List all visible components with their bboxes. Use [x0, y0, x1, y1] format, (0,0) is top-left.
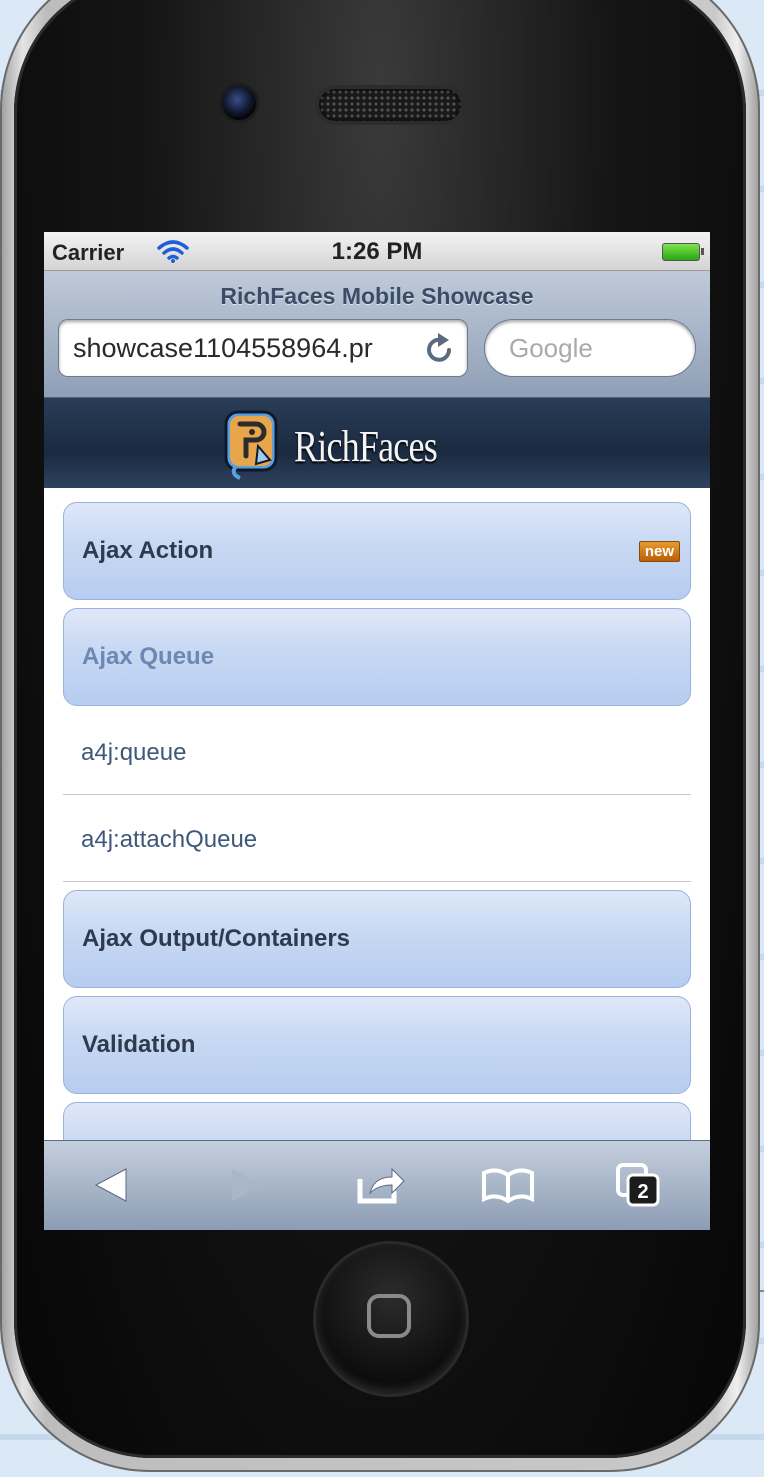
- front-camera: [222, 86, 256, 120]
- page-title: RichFaces Mobile Showcase: [220, 283, 534, 309]
- menu-group-partial[interactable]: [63, 1102, 691, 1140]
- menu-group-label: Ajax Action: [82, 537, 214, 564]
- browser-bottom-toolbar: 2: [44, 1140, 710, 1230]
- menu-item-a4j-attachqueue[interactable]: a4j:attachQueue: [63, 795, 691, 882]
- earpiece-speaker: [319, 89, 461, 121]
- menu-group-label: Validation: [82, 1031, 196, 1058]
- forward-icon[interactable]: [226, 1163, 266, 1212]
- pages-icon[interactable]: 2: [614, 1161, 662, 1214]
- menu-item-label: a4j:attachQueue: [81, 826, 258, 853]
- url-text: showcase1104558964.pr: [73, 333, 373, 363]
- menu-item-a4j-queue[interactable]: a4j:queue: [63, 708, 691, 795]
- back-icon[interactable]: [92, 1163, 132, 1212]
- richfaces-logo-text: RichFaces: [294, 422, 438, 471]
- menu-group-ajax-queue[interactable]: Ajax Queue: [63, 608, 691, 706]
- menu-group-label: Ajax Queue: [82, 643, 215, 670]
- search-input[interactable]: [484, 319, 696, 377]
- reload-icon[interactable]: [423, 332, 455, 371]
- richfaces-logo-icon: [222, 406, 286, 487]
- menu-group-validation[interactable]: Validation: [63, 996, 691, 1094]
- bookmarks-icon[interactable]: [480, 1163, 536, 1212]
- share-icon[interactable]: [356, 1163, 408, 1212]
- new-badge: new: [638, 541, 680, 562]
- status-bar: Carrier 1:26 PM: [44, 232, 710, 271]
- address-bar[interactable]: showcase1104558964.pr: [58, 319, 468, 377]
- menu-group-ajax-action[interactable]: Ajax Action new: [63, 502, 691, 600]
- pages-count: 2: [637, 1181, 648, 1203]
- menu-item-label: a4j:queue: [81, 739, 187, 766]
- status-time: 1:26 PM: [331, 238, 423, 265]
- battery-icon: [662, 243, 704, 261]
- phone-screen: Carrier 1:26 PM RichFaces Mobile Showcas…: [44, 232, 710, 1230]
- menu-group-label: Ajax Output/Containers: [82, 925, 351, 952]
- home-button[interactable]: [316, 1244, 466, 1394]
- menu-group-ajax-output-containers[interactable]: Ajax Output/Containers: [63, 890, 691, 988]
- home-square-icon: [367, 1294, 411, 1338]
- site-header: RichFaces: [44, 398, 710, 488]
- browser-toolbar: RichFaces Mobile Showcase showcase110455…: [44, 271, 710, 398]
- menu-list: Ajax Action new Ajax Queue a4j:queue a4j…: [44, 488, 710, 1140]
